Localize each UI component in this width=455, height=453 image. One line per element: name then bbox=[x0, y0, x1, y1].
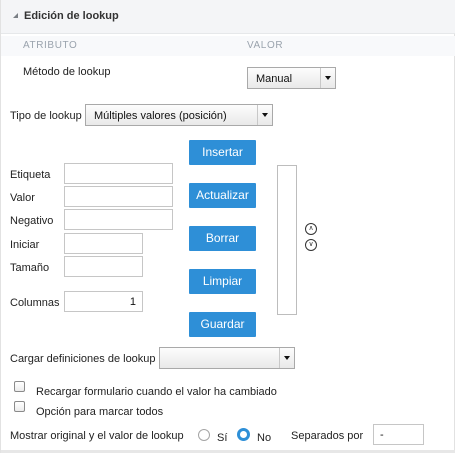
separator-input[interactable]: - bbox=[373, 424, 424, 445]
columnas-label: Columnas bbox=[10, 297, 60, 309]
show-original-no-label: No bbox=[257, 432, 272, 444]
values-listbox[interactable] bbox=[277, 165, 297, 315]
panel-title: Edición de lookup bbox=[24, 10, 119, 22]
negativo-label: Negativo bbox=[10, 215, 54, 227]
update-button[interactable]: Actualizar bbox=[189, 183, 256, 208]
iniciar-input[interactable] bbox=[64, 233, 143, 254]
show-original-yes-radio[interactable] bbox=[198, 429, 210, 441]
etiqueta-input[interactable] bbox=[64, 163, 173, 184]
negativo-input[interactable] bbox=[64, 209, 173, 230]
load-definitions-label: Cargar definiciones de lookup bbox=[10, 353, 156, 365]
panel-title-bar[interactable]: Edición de lookup bbox=[1, 0, 455, 34]
clear-button[interactable]: Limpiar bbox=[189, 269, 256, 294]
insert-button[interactable]: Insertar bbox=[189, 140, 256, 165]
chevron-down-icon bbox=[279, 348, 294, 368]
tamano-label: Tamaño bbox=[10, 262, 50, 274]
etiqueta-label: Etiqueta bbox=[10, 169, 51, 181]
lookup-type-label: Tipo de lookup bbox=[10, 110, 82, 122]
chevron-down-icon bbox=[257, 105, 272, 125]
show-original-label: Mostrar original y el valor de lookup bbox=[10, 430, 184, 442]
lookup-method-selected-value: Manual bbox=[256, 73, 293, 85]
save-button[interactable]: Guardar bbox=[189, 312, 256, 337]
show-original-yes-label: Sí bbox=[217, 432, 228, 444]
tamano-input[interactable] bbox=[64, 256, 143, 277]
collapse-triangle-icon[interactable] bbox=[13, 13, 18, 18]
attribute-column-header: ATRIBUTO bbox=[23, 40, 78, 51]
valor-input[interactable] bbox=[64, 186, 173, 207]
valor-label: Valor bbox=[10, 192, 35, 204]
load-definitions-select[interactable] bbox=[159, 347, 295, 369]
reload-form-checkbox[interactable] bbox=[14, 381, 25, 392]
columnas-input[interactable]: 1 bbox=[64, 291, 143, 312]
lookup-method-label: Método de lookup bbox=[23, 66, 111, 78]
lookup-type-select[interactable]: Múltiples valores (posición) bbox=[85, 104, 273, 126]
move-up-icon[interactable]: ∧ bbox=[305, 223, 317, 235]
value-column-header: VALOR bbox=[247, 40, 284, 51]
reload-form-label: Recargar formulario cuando el valor ha c… bbox=[36, 386, 277, 398]
lookup-edit-panel: Edición de lookup ATRIBUTO VALOR Método … bbox=[0, 0, 455, 453]
select-all-label: Opción para marcar todos bbox=[36, 406, 164, 418]
show-original-no-radio[interactable] bbox=[237, 428, 250, 441]
lookup-type-selected-value: Múltiples valores (posición) bbox=[94, 110, 227, 122]
delete-button[interactable]: Borrar bbox=[189, 226, 256, 251]
move-down-icon[interactable]: ∨ bbox=[305, 239, 317, 251]
separator-label: Separados por bbox=[291, 430, 364, 442]
lookup-method-select[interactable]: Manual bbox=[247, 67, 336, 89]
select-all-checkbox[interactable] bbox=[14, 401, 25, 412]
iniciar-label: Iniciar bbox=[10, 239, 40, 251]
chevron-down-icon bbox=[320, 68, 335, 88]
